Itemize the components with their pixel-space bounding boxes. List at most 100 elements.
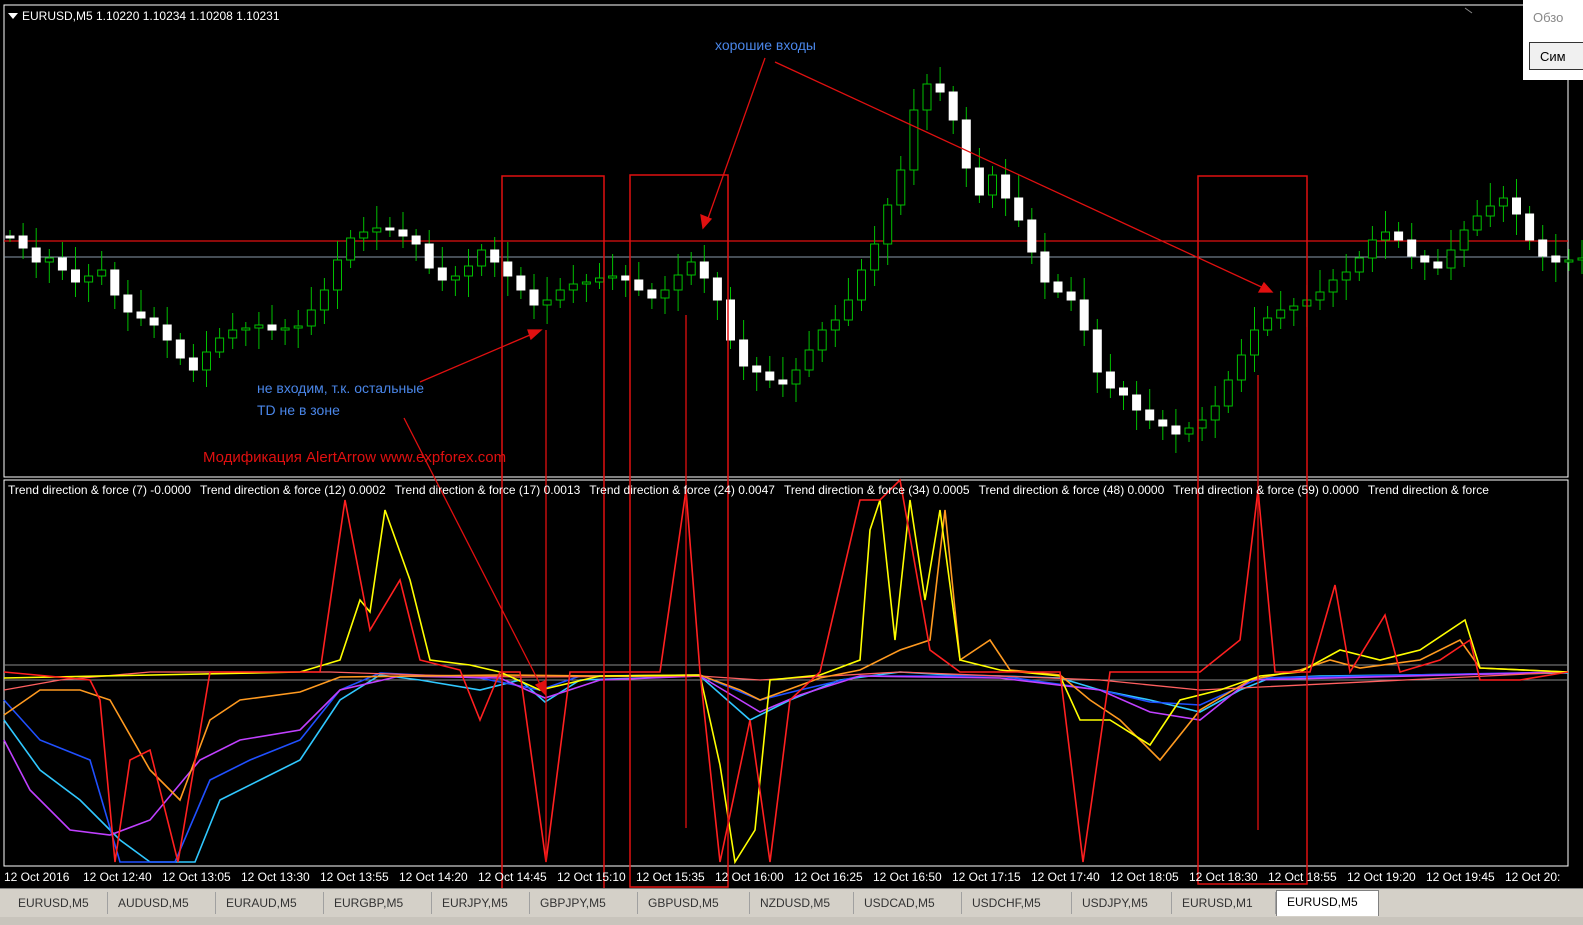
candle-body [1512, 197, 1521, 215]
candle-body [1577, 257, 1583, 261]
tab-euraud-m5[interactable]: EURAUD,M5 [216, 892, 324, 914]
legend-td48: Trend direction & force (48) 0.0000 [978, 483, 1165, 497]
candle-body [1381, 231, 1390, 241]
note-modification: Модификация AlertArrow www.expforex.com [203, 449, 507, 466]
time-label: 12 Oct 14:45 [478, 870, 547, 884]
time-label: 12 Oct 15:10 [557, 870, 626, 884]
candle-body [778, 379, 788, 385]
legend-td34: Trend direction & force (34) 0.0005 [783, 483, 970, 497]
candle-body [843, 299, 853, 321]
candle-body [1184, 427, 1194, 435]
candle-body [542, 299, 552, 306]
candle-body [306, 309, 316, 327]
candle-body [1367, 239, 1377, 259]
right-panel-button[interactable]: Сим [1529, 42, 1583, 70]
candle-body [634, 279, 644, 291]
tab-usdchf-m5[interactable]: USDCHF,M5 [962, 892, 1072, 914]
arrow-good-1 [705, 57, 766, 225]
candle-body [765, 371, 775, 381]
candle-body [699, 261, 709, 279]
time-label: 12 Oct 18:30 [1189, 870, 1258, 884]
legend-td7: Trend direction & force (7) -0.0000 [8, 483, 191, 497]
candle-body [188, 357, 198, 371]
tab-eurjpy-m5[interactable]: EURJPY,M5 [432, 892, 530, 914]
candle-body [1354, 257, 1364, 273]
tab-eurusd-m1[interactable]: EURUSD,M1 [1172, 892, 1276, 914]
candle-body [1276, 309, 1286, 319]
candle-body [267, 324, 277, 331]
candle-body [516, 275, 526, 291]
candle-body [385, 227, 395, 231]
candle-body [555, 289, 565, 301]
tab-eurgbp-m5[interactable]: EURGBP,M5 [324, 892, 432, 914]
tab-gbpjpy-m5[interactable]: GBPJPY,M5 [530, 892, 638, 914]
candle-body [1564, 259, 1574, 263]
candle-body [1210, 405, 1220, 421]
candle-body [71, 269, 80, 283]
candle-body [739, 339, 749, 367]
collapse-triangle-icon[interactable] [8, 13, 18, 19]
tab-eurusd-m5[interactable]: EURUSD,M5 [1276, 890, 1379, 916]
candle-body [123, 294, 133, 313]
candle-body [1105, 371, 1115, 389]
candle-body [529, 289, 539, 306]
candle-body [948, 91, 958, 121]
tab-nzdusd-m5[interactable]: NZDUSD,M5 [750, 892, 854, 914]
candle-body [1027, 219, 1037, 253]
candle-body [1485, 205, 1495, 217]
time-label: 12 Oct 15:35 [636, 870, 705, 884]
candle-body [5, 235, 15, 239]
time-label: 12 Oct 20: [1505, 870, 1561, 884]
candle-body [660, 289, 670, 299]
candle-body [1236, 354, 1246, 381]
candle-body [870, 243, 880, 271]
candle-body [31, 247, 41, 263]
arrow-noentry-1-head [527, 329, 543, 341]
chart-canvas[interactable] [0, 0, 1583, 888]
legend-td17: Trend direction & force (17) 0.0013 [394, 483, 581, 497]
candle-body [1223, 379, 1233, 407]
candle-body [1092, 329, 1102, 373]
candle-body [84, 275, 94, 283]
annotation-overlays [403, 57, 1308, 888]
candle-body [1315, 291, 1325, 301]
candle-body [333, 259, 342, 291]
candle-body [450, 275, 460, 281]
candle-body [411, 235, 421, 245]
candle-body [254, 324, 264, 329]
candle-body [18, 235, 28, 249]
candle-body [686, 261, 696, 276]
time-label: 12 Oct 19:20 [1347, 870, 1416, 884]
candle-body [136, 311, 146, 319]
candle-body [1472, 215, 1482, 231]
tab-usdcad-m5[interactable]: USDCAD,M5 [854, 892, 962, 914]
time-label: 12 Oct 13:05 [162, 870, 231, 884]
candle-body [1420, 255, 1430, 263]
tab-gbpusd-m5[interactable]: GBPUSD,M5 [638, 892, 750, 914]
time-label: 12 Oct 13:55 [320, 870, 389, 884]
candle-body [1525, 213, 1535, 241]
candle-body [398, 229, 408, 237]
candle-body [1001, 174, 1011, 199]
indicator-legend: Trend direction & force (7) -0.0000 Trend… [8, 483, 1498, 497]
candle-body [1328, 279, 1338, 293]
legend-td12: Trend direction & force (12) 0.0002 [199, 483, 386, 497]
time-label: 12 Oct 16:25 [794, 870, 863, 884]
candle-body [215, 337, 225, 353]
candle-body [319, 289, 329, 311]
time-label: 12 Oct 19:45 [1426, 870, 1495, 884]
time-label: 12 Oct 17:15 [952, 870, 1021, 884]
candle-body [974, 167, 984, 196]
time-label: 12 Oct 2016 [4, 870, 70, 884]
candle-body [935, 83, 945, 93]
shift-marker [1464, 7, 1473, 14]
candle-body [1197, 419, 1207, 429]
tab-eurusd-m5[interactable]: EURUSD,M5 [8, 892, 108, 914]
candle-body [1289, 305, 1299, 311]
td-lines-group [3, 478, 1569, 865]
tab-usdjpy-m5[interactable]: USDJPY,M5 [1072, 892, 1172, 914]
candle-body [1014, 197, 1024, 221]
time-label: 12 Oct 14:20 [399, 870, 468, 884]
candle-body [477, 249, 487, 267]
tab-audusd-m5[interactable]: AUDUSD,M5 [108, 892, 216, 914]
